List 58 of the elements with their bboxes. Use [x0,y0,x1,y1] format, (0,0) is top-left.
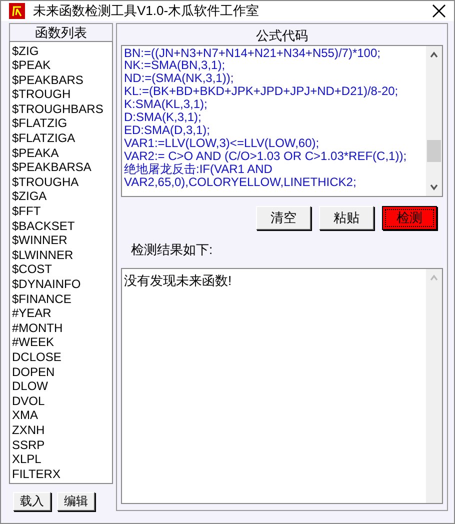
list-item[interactable]: $ZIG [12,44,110,58]
list-item[interactable]: DLOW [12,379,110,394]
list-item[interactable]: DCLOSE [12,350,110,365]
list-item[interactable]: $PEAKBARSA [12,160,110,175]
list-item[interactable]: #YEAR [12,306,110,321]
list-item[interactable]: $DYNAINFO [12,277,110,292]
list-item[interactable]: $ZIGA [12,189,110,204]
list-item[interactable]: #WEEK [12,335,110,350]
list-item[interactable]: $FLATZIGA [12,131,110,146]
code-line: 绝地屠龙反击:IF(VAR1 AND [124,162,272,176]
scrollbar[interactable] [426,46,442,196]
app-icon [9,2,25,19]
list-item[interactable]: $PEAK [12,58,110,73]
code-line: ND:=(SMA(NK,3,1)); [124,72,235,86]
scroll-thumb[interactable] [427,140,441,162]
list-item[interactable]: XMA [12,408,110,423]
list-item[interactable]: FILTERX [12,466,110,482]
code-line: K:SMA(KL,3,1); [124,98,208,112]
action-button[interactable]: 粘贴 [319,206,374,230]
list-item[interactable]: DVOL [12,394,110,408]
code-line: BN:=((JN+N3+N7+N14+N21+N34+N55)/7)*100; [124,46,382,60]
result-label: 检测结果如下: [131,242,213,256]
scroll-down-icon[interactable] [429,182,439,192]
list-item[interactable]: $LWINNER [12,248,110,262]
list-item[interactable]: ZXNH [12,422,110,438]
list-item[interactable]: XLPL [12,452,110,467]
list-item[interactable]: $FINANCE [12,292,110,306]
code-line: VAR2,65,0),COLORYELLOW,LINETHICK2; [124,176,358,188]
list-item[interactable]: SSRP [12,438,110,452]
action-button[interactable]: 清空 [256,206,311,230]
code-line: D:SMA(K,3,1); [124,111,202,124]
list-item[interactable]: $FLATZIG [12,116,110,132]
list-item[interactable]: $COST [12,262,110,277]
list-item[interactable]: $PEAKA [12,146,110,160]
code-editor[interactable] [121,44,443,196]
list-item[interactable]: $WINNER [12,233,110,248]
list-item[interactable]: $BACKSET [12,218,110,234]
close-icon[interactable] [432,4,446,18]
list-item[interactable]: DOPEN [12,364,110,380]
result-text: 没有发现未来函数! [124,272,233,290]
toolbar-button[interactable]: 编辑 [57,492,95,512]
list-item[interactable]: $FFT [12,204,110,219]
code-line: VAR2:= C>O AND (C/O>1.03 OR C>1.03*REF(C,1)); [124,150,408,163]
code-line: ED:SMA(D,3,1); [124,124,212,137]
list-item[interactable]: $TROUGHBARS [12,102,110,116]
list-item[interactable]: #MONTH [12,320,110,336]
list-item[interactable]: $PEAKBARS [12,72,110,88]
code-line: NK:=SMA(BN,3,1); [124,59,226,72]
panel-header: 函数列表 [9,22,113,40]
code-line: KL:=(BK+BD+BKD+JPK+JPD+JPJ+ND+D21)/8-20; [124,85,400,98]
code-line: VAR1:=LLV(LOW,3)<=LLV(LOW,60); [124,136,320,150]
list-item[interactable]: $TROUGH [12,87,110,102]
action-button[interactable]: 检测 [382,206,437,230]
window-title: 未来函数检测工具V1.0-木瓜软件工作室 [33,2,260,20]
scroll-up-icon[interactable] [429,50,439,60]
panel-header: 公式代码 [255,26,309,44]
list-item[interactable]: $TROUGHA [12,174,110,190]
toolbar-button[interactable]: 载入 [13,492,51,512]
